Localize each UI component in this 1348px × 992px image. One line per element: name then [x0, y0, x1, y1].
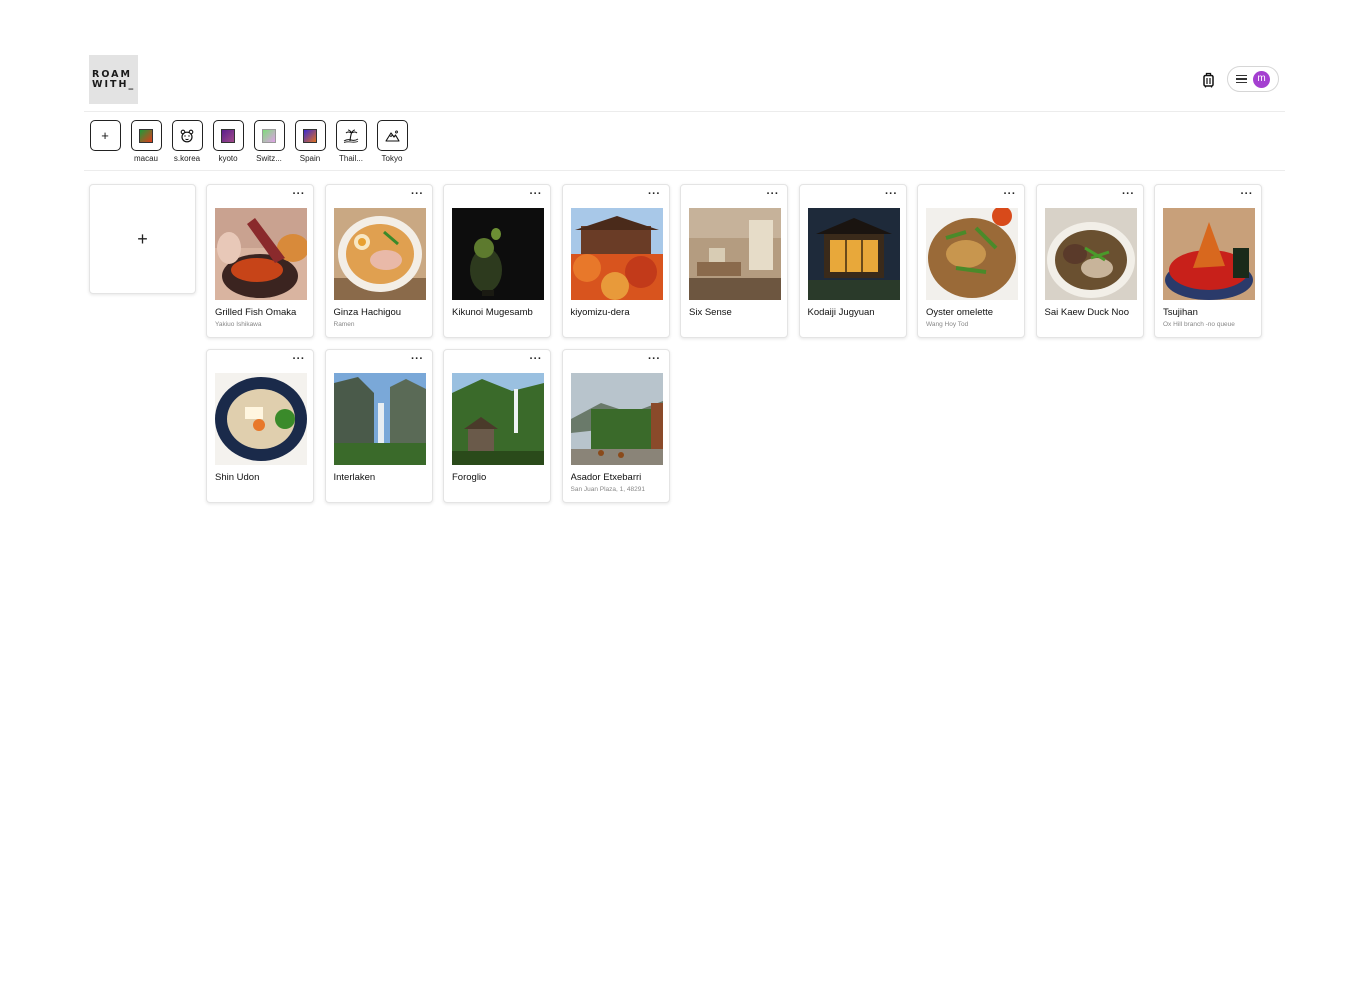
place-title: Kikunoi Mugesamb	[452, 307, 533, 318]
color-swatch-icon	[262, 128, 276, 143]
place-title: Interlaken	[333, 472, 376, 483]
udon-bowl-photo	[215, 373, 307, 465]
plus-icon: +	[137, 228, 148, 249]
folder-bar: + macau s.korea kyoto Switz... Spain Tha…	[89, 120, 408, 163]
folder-spain[interactable]: Spain	[294, 120, 326, 163]
seafood-bowl-photo	[1163, 208, 1255, 300]
folder-macau[interactable]: macau	[130, 120, 162, 163]
folders-divider	[84, 170, 1285, 171]
header-divider	[84, 111, 1285, 112]
place-title: Grilled Fish Omaka	[215, 307, 297, 318]
place-subtitle: San Juan Plaza, 1, 48291	[570, 486, 645, 493]
more-options-icon[interactable]: ···	[411, 189, 424, 200]
place-title: Shin Udon	[215, 472, 260, 483]
folder-label: kyoto	[218, 154, 238, 163]
place-card[interactable]: ··· Kikunoi Mugesamb	[443, 184, 551, 338]
place-title: Ginza Hachigou	[333, 307, 402, 318]
village-waterfall-photo	[452, 373, 544, 465]
logo-line-1: ROAM	[92, 68, 132, 80]
place-card[interactable]: ··· Sai Kaew Duck Noo	[1035, 184, 1144, 338]
more-options-icon[interactable]: ···	[530, 354, 543, 365]
hotel-room-photo	[689, 208, 781, 300]
place-card[interactable]: ··· kiyomizu-dera	[561, 184, 670, 338]
places-grid: ··· Grilled Fish Omaka Yakiuo Ishikawa ·…	[206, 184, 1276, 503]
folder-label: Tokyo	[381, 154, 403, 163]
duck-noodle-photo	[1044, 208, 1137, 300]
place-title: Foroglio	[452, 472, 487, 483]
more-options-icon[interactable]: ···	[648, 189, 661, 200]
place-title: Asador Etxebarri	[570, 472, 642, 483]
ramen-bowl-photo	[333, 208, 426, 300]
more-options-icon[interactable]: ···	[530, 189, 543, 200]
beach-island-icon	[343, 129, 359, 143]
oyster-omelette-photo	[926, 208, 1018, 300]
more-options-icon[interactable]: ···	[411, 354, 424, 365]
hamburger-icon	[1236, 74, 1247, 84]
more-options-icon[interactable]: ···	[293, 354, 306, 365]
folder-thailand[interactable]: Thail...	[335, 120, 367, 163]
mountain-icon	[384, 130, 400, 142]
place-title: Six Sense	[689, 307, 732, 318]
place-card[interactable]: ··· Shin Udon	[206, 349, 314, 503]
account-menu-button[interactable]: m	[1227, 66, 1279, 92]
place-subtitle: Wang Hoy Tod	[926, 321, 969, 328]
folder-label: Thail...	[338, 154, 363, 163]
folder-label: s.korea	[173, 154, 201, 163]
more-options-icon[interactable]: ···	[1122, 189, 1135, 200]
grilled-fish-photo	[215, 208, 307, 300]
place-title: Sai Kaew Duck Noo	[1044, 307, 1129, 318]
folder-tokyo[interactable]: Tokyo	[376, 120, 408, 163]
roam-with-logo[interactable]: ROAM WITH_	[89, 55, 138, 104]
plus-icon: +	[89, 120, 121, 151]
logo-line-2: WITH_	[92, 78, 136, 90]
more-options-icon[interactable]: ···	[648, 354, 661, 365]
suitcase-icon[interactable]	[1201, 72, 1216, 88]
folder-kyoto[interactable]: kyoto	[212, 120, 244, 163]
place-card[interactable]: ··· Ginza Hachigou Ramen	[324, 184, 433, 338]
more-options-icon[interactable]: ···	[767, 189, 780, 200]
more-options-icon[interactable]: ···	[1241, 189, 1254, 200]
place-title: Kodaiji Jugyuan	[807, 307, 875, 318]
place-title: Oyster omelette	[926, 307, 994, 318]
place-title: Tsujihan	[1163, 307, 1198, 318]
place-subtitle: Yakiuo Ishikawa	[215, 321, 262, 328]
place-subtitle: Ox Hill branch -no queue	[1163, 321, 1235, 328]
place-card[interactable]: ··· Kodaiji Jugyuan	[798, 184, 907, 338]
avatar: m	[1253, 70, 1270, 88]
folder-label: Spain	[299, 154, 321, 163]
color-swatch-icon	[139, 128, 153, 143]
ivy-building-photo	[570, 373, 663, 465]
color-swatch-icon	[303, 128, 317, 143]
folder-label: Switz...	[256, 154, 282, 163]
add-place-button[interactable]: +	[89, 184, 196, 294]
more-options-icon[interactable]: ···	[885, 189, 898, 200]
place-subtitle: Ramen	[333, 321, 355, 328]
folder-switzerland[interactable]: Switz...	[253, 120, 285, 163]
dark-dish-photo	[452, 208, 544, 300]
place-card[interactable]: ··· Foroglio	[443, 349, 551, 503]
place-card[interactable]: ··· Interlaken	[324, 349, 433, 503]
folder-label: macau	[133, 154, 158, 163]
more-options-icon[interactable]: ···	[1004, 189, 1017, 200]
lit-house-night-photo	[807, 208, 900, 300]
more-options-icon[interactable]: ···	[293, 189, 306, 200]
place-card[interactable]: ··· Grilled Fish Omaka Yakiuo Ishikawa	[206, 184, 314, 338]
folder-s-korea[interactable]: s.korea	[171, 120, 203, 163]
place-title: kiyomizu-dera	[570, 307, 630, 318]
add-folder-button[interactable]: +	[89, 120, 121, 163]
bear-face-icon	[180, 129, 194, 142]
place-card[interactable]: ··· Six Sense	[680, 184, 788, 338]
temple-autumn-photo	[570, 208, 663, 300]
waterfall-cliff-photo	[333, 373, 426, 465]
color-swatch-icon	[221, 128, 235, 143]
place-card[interactable]: ··· Asador Etxebarri San Juan Plaza, 1, …	[561, 349, 670, 503]
place-card[interactable]: ··· Tsujihan Ox Hill branch -no queue	[1154, 184, 1262, 338]
place-card[interactable]: ··· Oyster omelette Wang Hoy Tod	[917, 184, 1025, 338]
